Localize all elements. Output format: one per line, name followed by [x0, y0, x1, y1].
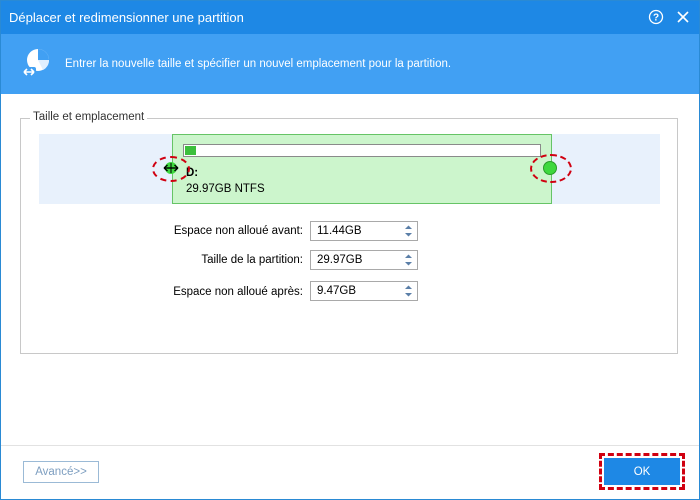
- unallocated-before-input[interactable]: 11.44GB: [310, 221, 418, 241]
- help-icon: ?: [648, 9, 664, 25]
- close-button[interactable]: [673, 7, 693, 27]
- resize-partition-dialog: Déplacer et redimensionner une partition…: [0, 0, 700, 500]
- spinner-arrows-icon[interactable]: [404, 224, 413, 238]
- title-bar: Déplacer et redimensionner une partition…: [1, 1, 699, 34]
- ok-button[interactable]: OK: [604, 458, 680, 485]
- partition-size-input[interactable]: 29.97GB: [310, 250, 418, 270]
- header-instruction: Entrer la nouvelle taille et spécifier u…: [65, 58, 452, 70]
- unallocated-before-value: 11.44GB: [317, 225, 362, 237]
- partition-resize-icon: [22, 49, 50, 77]
- advanced-button[interactable]: Avancé>>: [23, 461, 99, 483]
- usage-bar: [183, 144, 541, 157]
- unallocated-after-input[interactable]: 9.47GB: [310, 281, 418, 301]
- right-resize-handle[interactable]: [543, 161, 557, 175]
- spinner-arrows-icon[interactable]: [404, 284, 413, 298]
- drive-info: 29.97GB NTFS: [186, 183, 265, 195]
- group-legend: Taille et emplacement: [30, 111, 148, 123]
- spinner-arrows-icon[interactable]: [404, 253, 413, 267]
- header-band: Entrer la nouvelle taille et spécifier u…: [1, 34, 699, 94]
- svg-text:?: ?: [653, 13, 659, 24]
- partition-size-label: Taille de la partition:: [201, 254, 303, 266]
- window-title: Déplacer et redimensionner une partition: [9, 10, 244, 25]
- help-button[interactable]: ?: [646, 7, 666, 27]
- close-icon: [677, 11, 689, 23]
- partition-size-value: 29.97GB: [317, 254, 363, 266]
- usage-fill: [185, 146, 196, 155]
- footer-separator: [1, 445, 699, 446]
- unallocated-before-label: Espace non alloué avant:: [173, 225, 303, 237]
- resize-arrow-icon[interactable]: [163, 160, 179, 176]
- unallocated-after-label: Espace non alloué après:: [173, 286, 303, 298]
- unallocated-after-value: 9.47GB: [317, 285, 356, 297]
